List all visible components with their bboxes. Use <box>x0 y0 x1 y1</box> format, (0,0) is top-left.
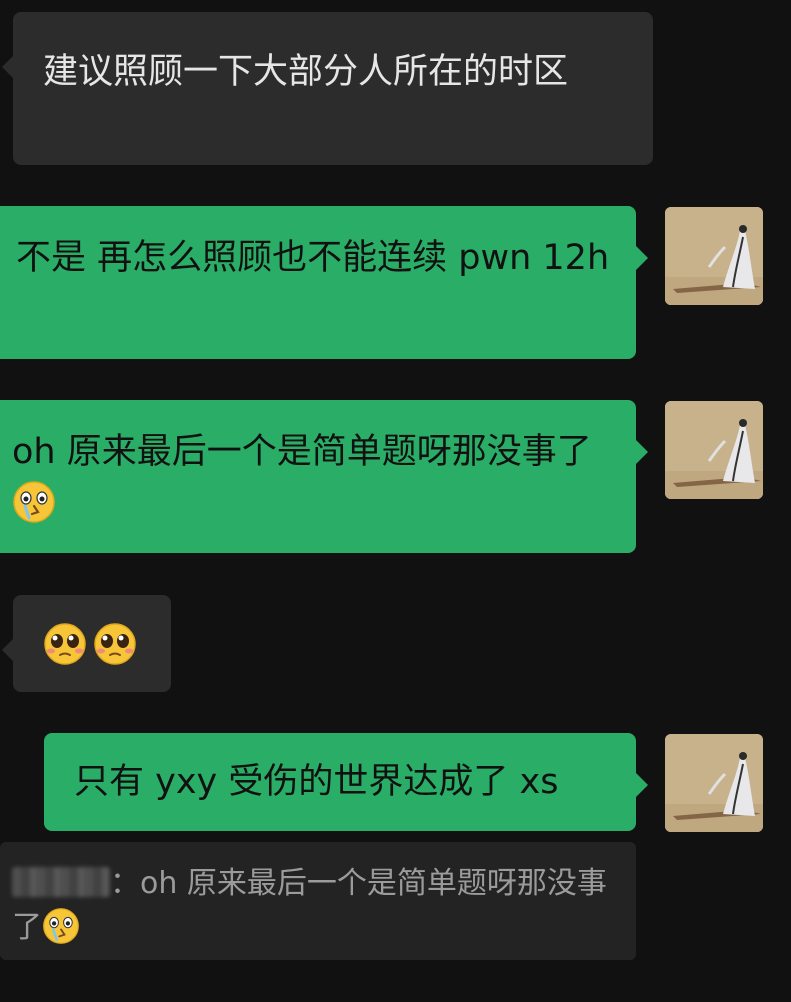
incoming-message-1[interactable]: 建议照顾一下大部分人所在的时区 <box>2 12 653 165</box>
blurred-sender-name <box>12 867 110 897</box>
pleading-face-icon <box>44 623 86 665</box>
bubble-tail <box>2 56 13 78</box>
message-text: 不是 再怎么照顾也不能连续 pwn 12h <box>16 238 610 278</box>
bubble-tail <box>2 639 13 661</box>
outgoing-message-3[interactable]: 只有 yxy 受伤的世界达成了 xs <box>44 733 648 831</box>
avatar-image <box>665 207 763 305</box>
bubble-tail <box>636 773 648 797</box>
crying-face-icon <box>43 908 79 944</box>
quote-separator: ： <box>110 866 140 901</box>
user-avatar[interactable] <box>665 207 763 305</box>
avatar-image <box>665 401 763 499</box>
bubble-tail <box>636 246 648 270</box>
message-text: 只有 yxy 受伤的世界达成了 xs <box>74 762 559 802</box>
incoming-message-2[interactable] <box>2 595 171 692</box>
outgoing-message-2[interactable]: oh 原来最后一个是简单题呀那没事了 <box>0 400 648 553</box>
user-avatar[interactable] <box>665 734 763 832</box>
message-text: 建议照顾一下大部分人所在的时区 <box>43 52 569 92</box>
quoted-message[interactable]: ：oh 原来最后一个是简单题呀那没事了 <box>0 842 636 960</box>
avatar-image <box>665 734 763 832</box>
bubble-tail <box>636 440 648 464</box>
message-text: oh 原来最后一个是简单题呀那没事了 <box>12 432 592 472</box>
outgoing-message-1[interactable]: 不是 再怎么照顾也不能连续 pwn 12h <box>0 206 648 359</box>
crying-face-icon <box>13 481 55 523</box>
user-avatar[interactable] <box>665 401 763 499</box>
pleading-face-icon <box>94 623 136 665</box>
